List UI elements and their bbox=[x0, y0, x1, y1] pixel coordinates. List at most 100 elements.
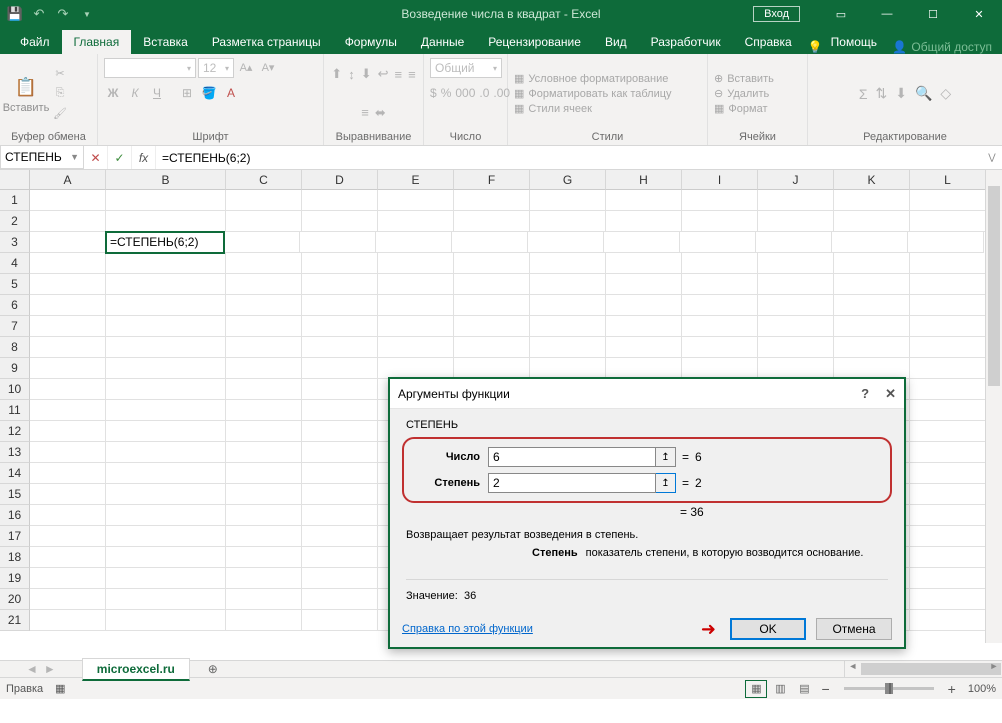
cell[interactable] bbox=[30, 568, 106, 589]
col-header[interactable]: E bbox=[378, 170, 454, 190]
cell[interactable] bbox=[528, 232, 604, 253]
wrap-text-icon[interactable]: ↩ bbox=[378, 66, 389, 82]
chevron-down-icon[interactable]: ▼ bbox=[70, 152, 79, 162]
zoom-in-button[interactable]: + bbox=[948, 681, 956, 697]
qat-menu-icon[interactable]: ▼ bbox=[76, 3, 98, 25]
cell[interactable] bbox=[226, 337, 302, 358]
cell[interactable] bbox=[606, 316, 682, 337]
cell[interactable] bbox=[454, 316, 530, 337]
cell[interactable] bbox=[454, 358, 530, 379]
cell[interactable] bbox=[226, 484, 302, 505]
conditional-format-button[interactable]: ▦Условное форматирование bbox=[514, 72, 672, 85]
cell[interactable] bbox=[758, 316, 834, 337]
cell[interactable] bbox=[302, 442, 378, 463]
cell[interactable] bbox=[106, 316, 226, 337]
maximize-button[interactable]: ☐ bbox=[910, 0, 956, 28]
cell[interactable] bbox=[302, 274, 378, 295]
cell[interactable] bbox=[300, 232, 376, 253]
cell[interactable] bbox=[834, 253, 910, 274]
tab-review[interactable]: Рецензирование bbox=[476, 30, 593, 54]
cell[interactable] bbox=[834, 211, 910, 232]
cell[interactable] bbox=[106, 526, 226, 547]
cell[interactable] bbox=[454, 274, 530, 295]
cell[interactable] bbox=[106, 442, 226, 463]
share-button[interactable]: 👤 Общий доступ bbox=[892, 40, 992, 54]
row-header[interactable]: 11 bbox=[0, 400, 30, 421]
row-header[interactable]: 12 bbox=[0, 421, 30, 442]
vertical-scrollbar[interactable] bbox=[985, 170, 1002, 643]
format-cells-button[interactable]: ▦Формат bbox=[714, 102, 774, 115]
cell[interactable] bbox=[758, 358, 834, 379]
underline-button[interactable]: Ч bbox=[148, 86, 166, 100]
sheet-nav[interactable]: ◄ ► bbox=[26, 662, 56, 676]
cancel-button[interactable]: Отмена bbox=[816, 618, 892, 640]
col-header[interactable]: G bbox=[530, 170, 606, 190]
cell[interactable] bbox=[378, 337, 454, 358]
cell[interactable] bbox=[30, 358, 106, 379]
cell[interactable] bbox=[30, 442, 106, 463]
align-top-icon[interactable]: ⬆ bbox=[331, 66, 342, 82]
cell[interactable] bbox=[910, 253, 986, 274]
row-header[interactable]: 17 bbox=[0, 526, 30, 547]
cell[interactable] bbox=[910, 211, 986, 232]
shrink-font-icon[interactable]: A▾ bbox=[258, 58, 278, 76]
cell[interactable] bbox=[302, 526, 378, 547]
cell[interactable] bbox=[106, 211, 226, 232]
cell[interactable] bbox=[226, 547, 302, 568]
cell[interactable] bbox=[378, 358, 454, 379]
tab-file[interactable]: Файл bbox=[8, 30, 62, 54]
cell[interactable] bbox=[302, 358, 378, 379]
zoom-slider[interactable] bbox=[844, 687, 934, 690]
dialog-titlebar[interactable]: Аргументы функции ? ✕ bbox=[390, 379, 904, 409]
cell[interactable] bbox=[30, 463, 106, 484]
scroll-left-icon[interactable]: ◄ bbox=[845, 661, 861, 671]
clear-icon[interactable]: ◇ bbox=[940, 85, 951, 102]
cell[interactable] bbox=[106, 379, 226, 400]
merge-icon[interactable]: ⬌ bbox=[375, 105, 386, 121]
cell[interactable] bbox=[910, 337, 986, 358]
cell[interactable] bbox=[106, 484, 226, 505]
cell[interactable] bbox=[226, 379, 302, 400]
cell[interactable] bbox=[910, 316, 986, 337]
cell[interactable] bbox=[106, 610, 226, 631]
cell[interactable] bbox=[106, 568, 226, 589]
cell[interactable] bbox=[758, 211, 834, 232]
cell[interactable] bbox=[682, 316, 758, 337]
font-name-select[interactable]: ▾ bbox=[104, 58, 196, 78]
cell[interactable] bbox=[606, 190, 682, 211]
cell[interactable] bbox=[908, 232, 984, 253]
cell[interactable] bbox=[106, 400, 226, 421]
cell[interactable] bbox=[226, 568, 302, 589]
row-header[interactable]: 10 bbox=[0, 379, 30, 400]
cell[interactable] bbox=[226, 295, 302, 316]
align-center-icon[interactable]: ≡ bbox=[408, 67, 416, 82]
cell[interactable] bbox=[606, 295, 682, 316]
cell[interactable] bbox=[378, 295, 454, 316]
cell[interactable] bbox=[758, 274, 834, 295]
bold-button[interactable]: Ж bbox=[104, 86, 122, 100]
row-header[interactable]: 20 bbox=[0, 589, 30, 610]
cell[interactable] bbox=[226, 463, 302, 484]
cell[interactable] bbox=[302, 253, 378, 274]
cell[interactable] bbox=[106, 589, 226, 610]
sort-filter-icon[interactable]: ⇅ bbox=[875, 85, 887, 102]
cell[interactable] bbox=[910, 358, 986, 379]
scroll-right-icon[interactable]: ► bbox=[986, 661, 1002, 671]
tab-help[interactable]: Справка bbox=[733, 30, 804, 54]
insert-function-button[interactable]: fx bbox=[132, 146, 156, 169]
percent-icon[interactable]: % bbox=[441, 86, 452, 100]
cell[interactable] bbox=[910, 190, 986, 211]
cell[interactable] bbox=[302, 400, 378, 421]
login-button[interactable]: Вход bbox=[753, 6, 800, 22]
row-header[interactable]: 4 bbox=[0, 253, 30, 274]
border-icon[interactable]: ⊞ bbox=[178, 86, 196, 100]
redo-icon[interactable]: ↷ bbox=[52, 3, 74, 25]
cell[interactable] bbox=[680, 232, 756, 253]
cell[interactable] bbox=[226, 358, 302, 379]
cell[interactable] bbox=[910, 421, 986, 442]
cell[interactable] bbox=[910, 547, 986, 568]
row-header[interactable]: 16 bbox=[0, 505, 30, 526]
cell[interactable] bbox=[530, 358, 606, 379]
cell[interactable] bbox=[530, 337, 606, 358]
number-format-select[interactable]: Общий▾ bbox=[430, 58, 502, 78]
